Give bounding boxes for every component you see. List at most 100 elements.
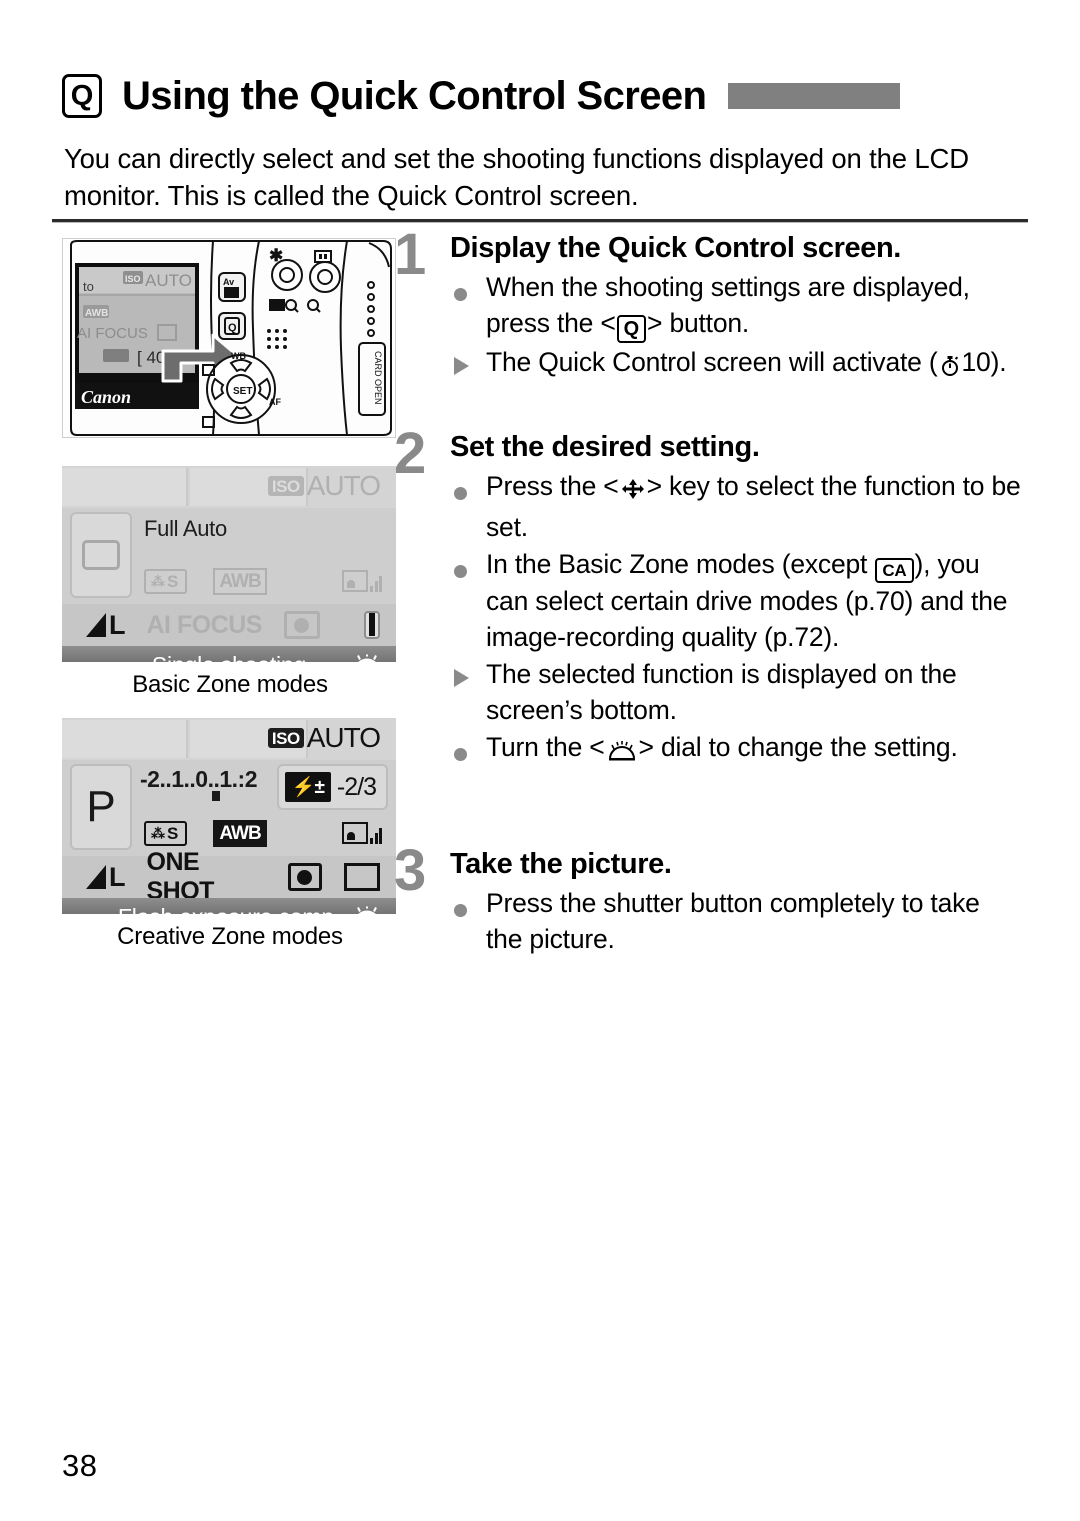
camera-illustration: to ISO AUTO AWB AI FOCUS [ 400) Canon Av <box>63 239 395 437</box>
instruction-steps: 1 Display the Quick Control screen. When… <box>394 226 1022 958</box>
basic-zone-icon-row: ⁂ S AWB <box>62 560 396 602</box>
tv-segment <box>62 720 188 758</box>
flash-exposure-comp-value: -2/3 <box>336 772 377 801</box>
basic-zone-middle: Full Auto ⁂ S AWB <box>62 508 396 604</box>
creative-zone-bottom-row: L ONE SHOT <box>62 848 396 905</box>
svg-text:Q: Q <box>228 322 237 334</box>
timer-icon <box>940 352 960 382</box>
speaker-holes <box>267 329 287 349</box>
svg-text:AF: AF <box>269 397 281 407</box>
white-balance-icon: AWB <box>213 819 267 847</box>
quality-letter: L <box>109 609 125 640</box>
svg-text:WB: WB <box>231 351 246 361</box>
quality-wedge <box>86 613 106 637</box>
picture-style-letter: S <box>167 823 179 843</box>
image-quality-icon: L <box>86 610 125 641</box>
step-number: 1 <box>394 222 427 287</box>
creative-zone-caption: Creative Zone modes <box>117 923 343 950</box>
bullet-text-b: 10). <box>961 347 1007 377</box>
svg-text:AWB: AWB <box>85 308 108 319</box>
bullet-triangle-icon <box>454 344 469 384</box>
step-title: Set the desired setting. <box>450 431 760 463</box>
main-dial-icon <box>352 904 382 914</box>
quick-control-button: Q <box>218 312 246 340</box>
header-accent-bar <box>728 83 901 109</box>
status-label: Flash exposure comp. <box>118 904 340 915</box>
flash-exposure-comp-box: ⚡± -2/3 <box>276 764 388 810</box>
svg-text:ISO: ISO <box>125 274 141 284</box>
bullet-dot-icon <box>454 269 467 305</box>
bullet-triangle-icon <box>454 656 469 696</box>
svg-text:AI FOCUS: AI FOCUS <box>77 325 148 342</box>
image-quality-icon: L <box>86 862 125 893</box>
step-title: Display the Quick Control screen. <box>450 232 901 264</box>
tv-segment <box>62 468 188 506</box>
bullet-item: When the shooting settings are displayed… <box>450 269 1022 343</box>
ambience-card <box>342 822 368 844</box>
step-number: 3 <box>394 838 427 903</box>
bullet-item: The Quick Control screen will activate (… <box>450 344 1022 385</box>
picture-style-icon: ⁂ S <box>144 820 188 846</box>
creative-auto-icon: CA <box>875 558 914 583</box>
cross-keys-icon <box>621 476 645 506</box>
bullet-text-a: The Quick Control screen will activate ( <box>486 347 938 377</box>
bullet-text: Press the shutter button completely to t… <box>486 888 980 954</box>
ambience-bars <box>370 828 382 844</box>
picture-style-letter: S <box>167 571 179 591</box>
metering-mode-icon <box>287 863 322 891</box>
step-3-bullets: Press the shutter button completely to t… <box>450 885 1022 957</box>
single-shooting-icon <box>343 863 380 891</box>
step-2-bullets: Press the < > key to select the function … <box>450 468 1022 770</box>
step-number: 2 <box>394 421 427 486</box>
main-dial-icon <box>352 652 382 662</box>
picture-style-icon: ⁂ S <box>144 568 188 594</box>
bullet-text-a: Press the < <box>486 471 619 501</box>
bullet-item: Press the < > key to select the function … <box>450 468 1022 545</box>
svg-text:AUTO: AUTO <box>145 271 192 290</box>
exposure-level-pointer <box>212 791 220 801</box>
bullet-dot-icon <box>454 546 467 582</box>
svg-text:Av: Av <box>223 277 234 287</box>
step-1: 1 Display the Quick Control screen. When… <box>394 226 1022 385</box>
bullet-dot-icon <box>454 885 467 921</box>
ambience-icon <box>342 822 382 844</box>
iso-tag: ISO <box>267 476 304 496</box>
svg-text:CARD OPEN: CARD OPEN <box>373 351 383 405</box>
exposure-compensation-button: Av <box>218 272 246 302</box>
iso-value: AUTO <box>306 722 381 753</box>
basic-zone-caption: Basic Zone modes <box>132 671 328 698</box>
camera-back-photo: to ISO AUTO AWB AI FOCUS [ 400) Canon Av <box>62 238 396 438</box>
intro-paragraph: You can directly select and set the shoo… <box>64 143 969 211</box>
bullet-item: The selected function is displayed on th… <box>450 656 1022 728</box>
creative-zone-middle: P -2..1..0..1.:2 ⚡± -2/3 ⁂ S AWB <box>62 760 396 856</box>
q-button-icon: Q <box>62 74 102 118</box>
creative-zone-status-bar: Flash exposure comp. <box>62 898 396 914</box>
single-shooting-icon <box>369 613 375 636</box>
figures-column: to ISO AUTO AWB AI FOCUS [ 400) Canon Av <box>62 238 398 951</box>
bullet-item: In the Basic Zone modes (except CA), you… <box>450 546 1022 655</box>
drive-mode-selected <box>364 611 380 639</box>
svg-text:✱: ✱ <box>269 246 283 265</box>
white-balance-icon: AWB <box>213 567 267 595</box>
bullet-dot-icon <box>454 468 467 504</box>
bullet-item: Press the shutter button completely to t… <box>450 885 1022 957</box>
status-label: Single shooting <box>152 652 306 663</box>
basic-zone-status-bar: Single shooting <box>62 646 396 662</box>
step-1-bullets: When the shooting settings are displayed… <box>450 269 1022 385</box>
af-mode-label: AI FOCUS <box>146 610 263 639</box>
bullet-text-b: > button. <box>647 308 750 338</box>
svg-text:SET: SET <box>233 386 252 397</box>
q-button-icon: Q <box>616 315 646 343</box>
page-header: Q Using the Quick Control Screen <box>62 68 1022 124</box>
svg-text:to: to <box>83 279 94 294</box>
page-title: Using the Quick Control Screen <box>122 73 707 118</box>
creative-zone-top-row: ISO AUTO <box>62 718 396 760</box>
quality-wedge <box>86 865 106 889</box>
basic-zone-bottom-row: L AI FOCUS <box>62 604 396 646</box>
page-number: 38 <box>62 1448 98 1483</box>
ambience-icon <box>342 570 382 592</box>
horizontal-rule <box>52 219 1028 223</box>
iso-value: AUTO <box>306 470 381 501</box>
mode-name-label: Full Auto <box>144 516 227 541</box>
picture-style-dots: ⁂ <box>151 825 165 841</box>
